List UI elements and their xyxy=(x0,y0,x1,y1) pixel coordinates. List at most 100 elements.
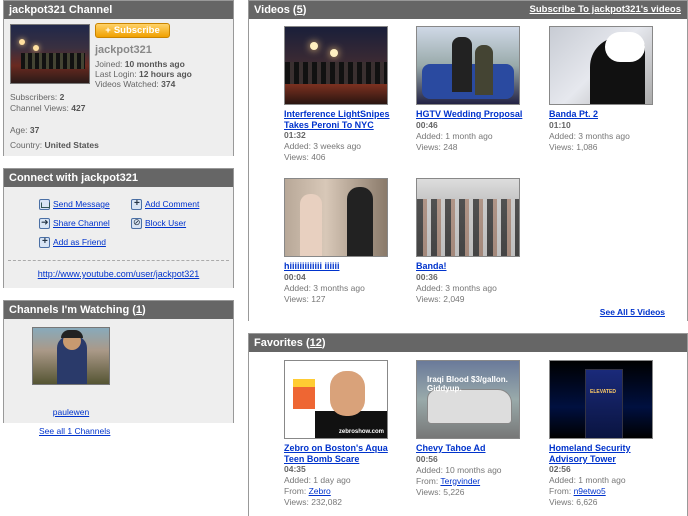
channel-stats: Subscribers: 2 Channel Views: 427 xyxy=(10,92,85,114)
video-added: Added: 3 months ago xyxy=(416,282,497,293)
video-views: Views: 2,049 xyxy=(416,293,465,304)
video-thumbnail[interactable] xyxy=(416,178,520,257)
from-label: From: xyxy=(549,486,572,496)
video-duration: 01:32 xyxy=(284,130,306,140)
share-channel-link[interactable]: Share Channel xyxy=(53,218,110,228)
from-label: From: xyxy=(284,486,307,496)
video-title[interactable]: Banda! xyxy=(416,261,526,272)
video-title[interactable]: hiiiiiiiiiiiii iiiiii xyxy=(284,261,394,272)
videos-watched-label: Videos Watched: xyxy=(95,79,159,89)
video-thumbnail[interactable] xyxy=(284,26,388,105)
channel-url: http://www.youtube.com/user/jackpot321 xyxy=(4,269,233,279)
favorite-from: From: Zebro xyxy=(284,486,394,497)
channel-name: jackpot321 xyxy=(95,44,152,56)
add-comment-link[interactable]: Add Comment xyxy=(145,199,199,209)
age-value: 37 xyxy=(29,125,40,135)
last-login-label: Last Login: xyxy=(95,69,137,79)
video-duration: 00:36 xyxy=(416,271,438,282)
video-title[interactable]: Banda Pt. 2 xyxy=(549,109,659,120)
video-title[interactable]: Interference LightSnipes Takes Peroni To… xyxy=(284,109,394,130)
favorite-from: From: n9etwo5 xyxy=(549,486,659,497)
favorite-thumbnail[interactable]: zebroshow.com xyxy=(284,360,388,439)
see-all-videos-link[interactable]: See All 5 Videos xyxy=(600,307,665,317)
video-duration: 00:46 xyxy=(416,119,438,130)
send-message-link[interactable]: Send Message xyxy=(53,199,110,209)
channel-avatar[interactable] xyxy=(10,24,90,84)
video-added: Added: 1 month ago xyxy=(416,130,493,141)
joined-value: 10 months ago xyxy=(124,59,185,69)
channel-meta: Joined: 10 months ago Last Login: 12 hou… xyxy=(95,59,192,89)
favorite-item[interactable]: ELEVATED Homeland Security Advisory Towe… xyxy=(549,360,659,508)
add-friend-button[interactable]: Add as Friend xyxy=(39,236,106,249)
age-label: Age: xyxy=(10,125,28,135)
divider xyxy=(8,260,229,261)
favorite-author-link[interactable]: Zebro xyxy=(309,486,331,496)
video-views: Views: 248 xyxy=(416,141,458,152)
video-views: Views: 406 xyxy=(284,152,326,162)
video-item[interactable]: Banda! 00:36 Added: 3 months ago Views: … xyxy=(416,178,526,305)
watched-channel-link[interactable]: paulewen xyxy=(53,407,89,417)
favorite-author-link[interactable]: Tergvinder xyxy=(440,476,480,486)
send-message-button[interactable]: Send Message xyxy=(39,199,110,211)
channel-header: jackpot321 Channel xyxy=(4,1,233,19)
video-added: Added: 3 months ago xyxy=(284,282,365,293)
video-item[interactable]: Interference LightSnipes Takes Peroni To… xyxy=(284,26,394,163)
video-item[interactable]: hiiiiiiiiiiiii iiiiii 00:04 Added: 3 mon… xyxy=(284,178,394,305)
favorite-title[interactable]: Zebro on Boston's Aqua Teen Bomb Scare xyxy=(284,443,394,464)
thumbnail-watermark: zebroshow.com xyxy=(338,429,384,435)
connect-box: Connect with jackpot321 Send Message Add… xyxy=(3,168,234,288)
subscribe-videos-link[interactable]: Subscribe To jackpot321's videos xyxy=(530,1,682,19)
from-label: From: xyxy=(416,475,439,486)
video-item[interactable]: HGTV Wedding Proposal 00:46 Added: 1 mon… xyxy=(416,26,526,153)
watched-channel-avatar[interactable] xyxy=(32,327,110,385)
favorite-added: Added: 1 month ago xyxy=(549,475,626,485)
favorite-views: Views: 232,082 xyxy=(284,497,342,507)
favorite-title[interactable]: Chevy Tahoe Ad xyxy=(416,443,526,454)
favorites-title: Favorites xyxy=(254,337,303,349)
favorites-body: zebroshow.com Zebro on Boston's Aqua Tee… xyxy=(249,352,687,516)
channel-views-value: 427 xyxy=(71,103,86,113)
video-views: Views: 1,086 xyxy=(549,141,598,152)
video-title[interactable]: HGTV Wedding Proposal xyxy=(416,109,526,120)
favorite-duration: 02:56 xyxy=(549,464,571,474)
favorite-added: Added: 1 day ago xyxy=(284,475,351,485)
video-duration: 00:04 xyxy=(284,271,306,282)
video-thumbnail[interactable] xyxy=(416,26,520,105)
favorite-duration: 04:35 xyxy=(284,464,306,474)
subscribe-button[interactable]: + Subscribe xyxy=(95,23,170,38)
favorites-box: Favorites (12) zebroshow.com Zebro on Bo… xyxy=(248,333,688,516)
block-user-button[interactable]: Block User xyxy=(131,217,186,230)
joined-label: Joined: xyxy=(95,59,123,69)
favorite-item[interactable]: zebroshow.com Zebro on Boston's Aqua Tee… xyxy=(284,360,394,508)
favorite-item[interactable]: Iraqi Blood $3/gallon. Giddyup. Chevy Ta… xyxy=(416,360,526,498)
video-item[interactable]: Banda Pt. 2 01:10 Added: 3 months ago Vi… xyxy=(549,26,659,153)
favorite-duration: 00:56 xyxy=(416,453,438,464)
connect-header: Connect with jackpot321 xyxy=(4,169,233,187)
add-comment-button[interactable]: Add Comment xyxy=(131,198,199,211)
country-label: Country: xyxy=(10,140,43,150)
videos-count[interactable]: 5 xyxy=(297,4,303,16)
favorite-title[interactable]: Homeland Security Advisory Tower xyxy=(549,443,659,464)
subscribe-label: Subscribe xyxy=(113,25,160,36)
video-thumbnail[interactable] xyxy=(549,26,653,105)
see-all-channels-link[interactable]: See all 1 Channels xyxy=(39,426,110,436)
favorite-author-link[interactable]: n9etwo5 xyxy=(574,486,606,496)
video-duration: 01:10 xyxy=(549,119,571,130)
share-channel-button[interactable]: Share Channel xyxy=(39,217,110,230)
videos-box: Videos (5) Subscribe To jackpot321's vid… xyxy=(248,0,688,321)
see-all-channels[interactable]: See all 1 Channels xyxy=(39,426,110,436)
channel-url-link[interactable]: http://www.youtube.com/user/jackpot321 xyxy=(38,269,200,279)
subscribers-value: 2 xyxy=(59,92,65,102)
watched-channel-name[interactable]: paulewen xyxy=(32,407,110,417)
watching-header: Channels I'm Watching (1) xyxy=(4,301,233,319)
plus-icon: + xyxy=(105,25,111,36)
favorites-count[interactable]: 12 xyxy=(310,337,322,349)
add-friend-link[interactable]: Add as Friend xyxy=(53,237,106,247)
favorite-views: Views: 5,226 xyxy=(416,486,465,497)
country-value: United States xyxy=(44,140,99,150)
favorite-thumbnail[interactable]: Iraqi Blood $3/gallon. Giddyup. xyxy=(416,360,520,439)
block-user-link[interactable]: Block User xyxy=(145,218,186,228)
video-added: Added: 3 months ago xyxy=(549,130,630,141)
video-thumbnail[interactable] xyxy=(284,178,388,257)
favorite-thumbnail[interactable]: ELEVATED xyxy=(549,360,653,439)
